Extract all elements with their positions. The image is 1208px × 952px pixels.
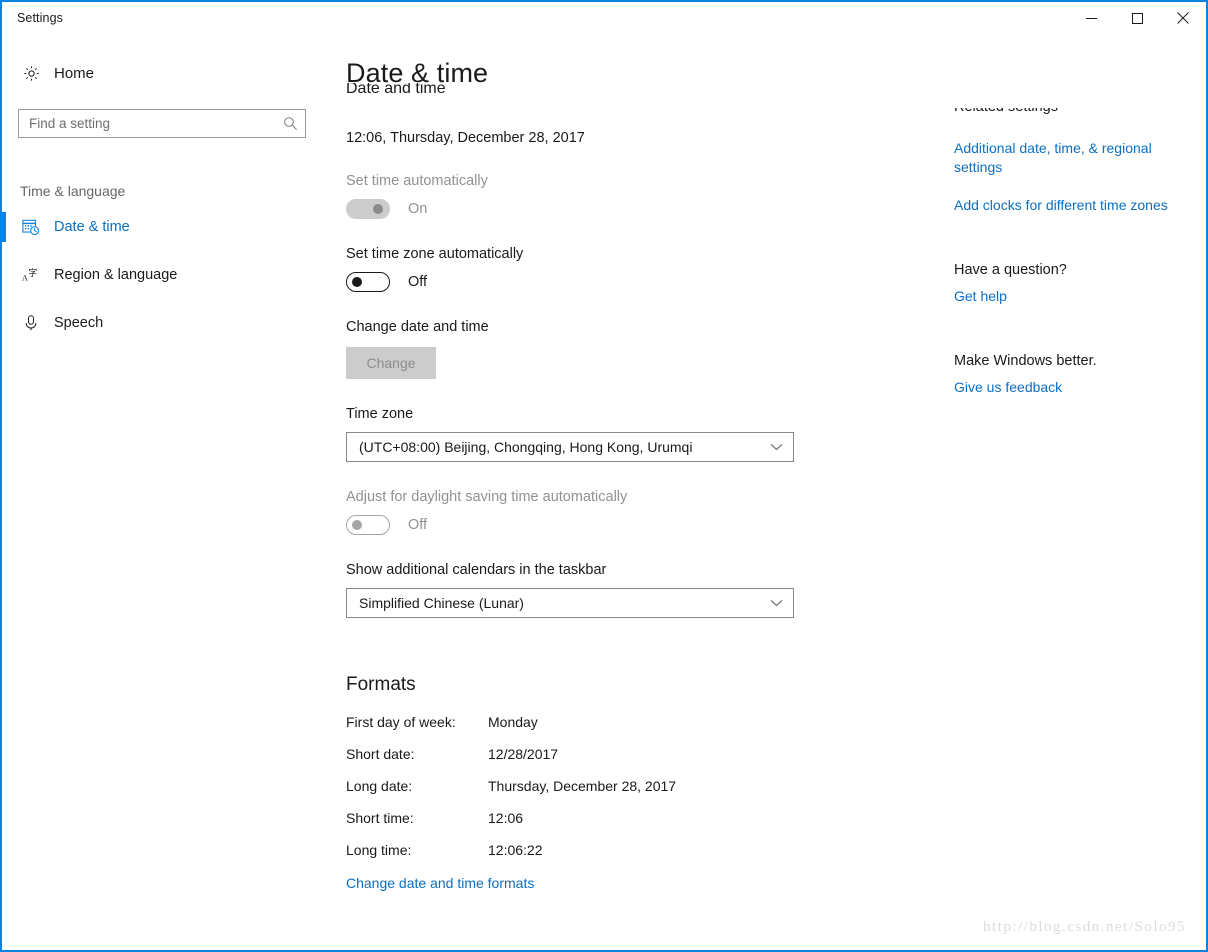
toggle-state-label: On — [408, 201, 428, 217]
add-clocks-link[interactable]: Add clocks for different time zones — [954, 196, 1194, 215]
search-box[interactable] — [18, 109, 306, 138]
additional-calendars-label: Show additional calendars in the taskbar — [346, 562, 607, 578]
microphone-icon — [20, 314, 42, 332]
chevron-down-icon — [770, 438, 783, 456]
svg-text:A: A — [22, 273, 28, 282]
format-value: Monday — [488, 714, 538, 730]
sidebar-home-label: Home — [54, 64, 95, 82]
additional-calendars-value: Simplified Chinese (Lunar) — [359, 595, 524, 611]
minimize-icon — [1085, 17, 1097, 19]
calendar-clock-icon — [20, 218, 42, 236]
sidebar-item-home[interactable]: Home — [2, 56, 332, 90]
time-zone-value: (UTC+08:00) Beijing, Chongqing, Hong Kon… — [359, 439, 693, 455]
related-settings-heading-clip: Related settings — [954, 108, 1194, 122]
toggle-knob — [352, 520, 362, 530]
format-label: Long time: — [346, 842, 412, 858]
close-icon — [1177, 12, 1189, 24]
table-row: First day of week: Monday — [346, 714, 676, 746]
sidebar-item-region-language[interactable]: A 字 Region & language — [2, 251, 332, 299]
daylight-saving-label: Adjust for daylight saving time automati… — [346, 489, 628, 505]
window-body: Home Time & language — [2, 38, 1206, 950]
related-settings-panel: Related settings Additional date, time, … — [954, 38, 1194, 397]
toggle-track — [346, 272, 390, 292]
sidebar-item-date-time[interactable]: Date & time — [2, 203, 332, 251]
gear-icon — [20, 65, 42, 82]
format-value: 12:06:22 — [488, 842, 543, 858]
app-title: Settings — [17, 11, 63, 25]
close-button[interactable] — [1160, 2, 1206, 34]
have-a-question-heading: Have a question? — [954, 262, 1067, 278]
maximize-icon — [1131, 12, 1143, 24]
minimize-button[interactable] — [1068, 2, 1114, 34]
toggle-track — [346, 515, 390, 535]
toggle-state-label: Off — [408, 517, 428, 533]
search-input[interactable] — [19, 110, 275, 137]
maximize-button[interactable] — [1114, 2, 1160, 34]
format-label: First day of week: — [346, 714, 456, 730]
language-icon: A 字 — [20, 266, 42, 284]
title-bar: Settings — [2, 2, 1206, 38]
give-us-feedback-link[interactable]: Give us feedback — [954, 378, 1194, 397]
sidebar-group-title: Time & language — [20, 183, 126, 199]
search-button[interactable] — [275, 110, 305, 137]
toggle-knob — [352, 277, 362, 287]
sidebar-item-speech[interactable]: Speech — [2, 299, 332, 347]
additional-regional-settings-link[interactable]: Additional date, time, & regional settin… — [954, 139, 1194, 177]
sidebar-item-label: Date & time — [54, 219, 130, 235]
window-controls — [1068, 2, 1206, 34]
toggle-state-label: Off — [408, 274, 428, 290]
format-value: 12:06 — [488, 810, 524, 826]
main-content: Date & time Date and time 12:06, Thursda… — [332, 38, 1206, 950]
formats-heading: Formats — [346, 674, 416, 695]
table-row: Short time: 12:06 — [346, 810, 676, 842]
settings-window: Settings Home Find a setting Time & lang… — [0, 0, 1208, 952]
format-value: Thursday, December 28, 2017 — [488, 778, 677, 794]
format-label: Short date: — [346, 746, 415, 762]
svg-text:字: 字 — [28, 267, 37, 278]
table-row: Short date: 12/28/2017 — [346, 746, 676, 778]
time-zone-label: Time zone — [346, 406, 414, 422]
additional-calendars-dropdown[interactable]: Simplified Chinese (Lunar) — [346, 588, 794, 618]
table-row: Long date: Thursday, December 28, 2017 — [346, 778, 676, 810]
change-date-time-formats-link[interactable]: Change date and time formats — [346, 875, 534, 891]
change-button[interactable]: Change — [346, 347, 436, 379]
formats-table: First day of week: Monday Short date: 12… — [346, 714, 676, 874]
format-label: Long date: — [346, 778, 413, 794]
format-label: Short time: — [346, 810, 414, 826]
table-row: Long time: 12:06:22 — [346, 842, 676, 874]
make-windows-better-heading: Make Windows better. — [954, 353, 1097, 369]
toggle-knob — [373, 204, 383, 214]
sidebar: Home Time & language — [2, 38, 332, 950]
sidebar-item-label: Region & language — [54, 267, 178, 283]
sidebar-item-label: Speech — [54, 315, 104, 331]
time-zone-dropdown[interactable]: (UTC+08:00) Beijing, Chongqing, Hong Kon… — [346, 432, 794, 462]
format-value: 12/28/2017 — [488, 746, 559, 762]
related-settings-heading: Related settings — [954, 108, 1194, 115]
daylight-saving-toggle[interactable]: Off — [346, 515, 1206, 535]
search-icon — [283, 117, 297, 131]
toggle-track — [346, 199, 390, 219]
get-help-link[interactable]: Get help — [954, 287, 1194, 306]
chevron-down-icon — [770, 594, 783, 612]
watermark: http://blog.csdn.net/Solo95 — [982, 919, 1186, 935]
